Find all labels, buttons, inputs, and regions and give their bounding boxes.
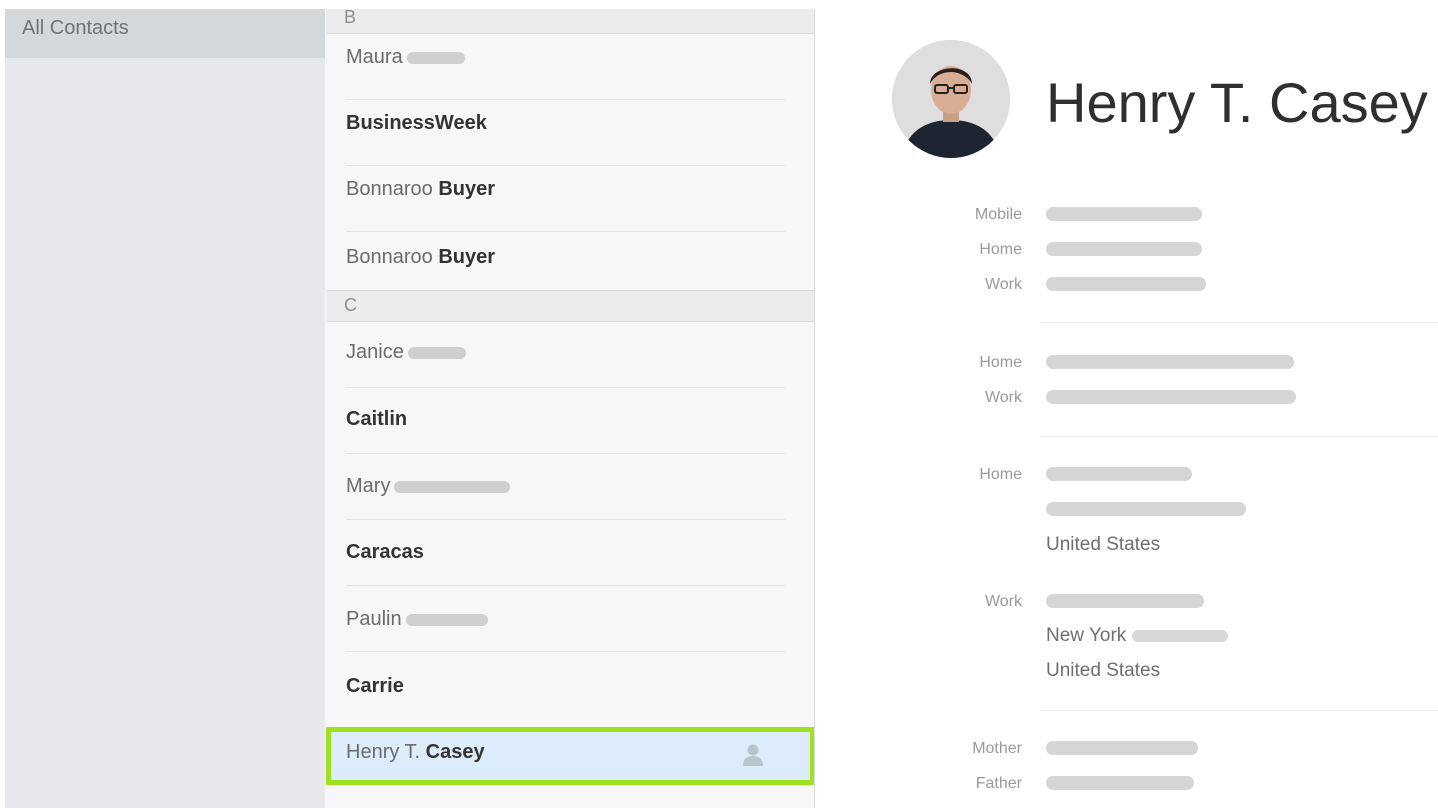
phone-label-home: Home (979, 241, 1022, 258)
list-item[interactable]: BusinessWeek (326, 100, 814, 166)
person-icon (743, 744, 763, 766)
address-line-blurred[interactable] (1046, 594, 1204, 608)
address-city: New York (1046, 625, 1127, 646)
list-item-selected[interactable]: Henry T. Casey (326, 727, 814, 785)
blurred-text (405, 613, 488, 626)
list-item[interactable]: Bonnaroo Buyer (326, 232, 814, 298)
address-line-blurred[interactable] (1046, 467, 1192, 481)
blurred-text (394, 480, 511, 493)
address-country[interactable]: United States (1046, 660, 1160, 682)
contact-last-name: Buyer (438, 246, 496, 268)
contact-last-name: BusinessWeek (346, 112, 487, 134)
avatar (892, 40, 1010, 158)
section-header-b: B (326, 9, 814, 34)
contact-last-name: Carrie (346, 675, 404, 697)
list-item[interactable]: Maura (326, 34, 814, 100)
phone-label-mobile: Mobile (974, 206, 1022, 223)
relation-value-blurred[interactable] (1046, 776, 1194, 790)
section-header-c: C (326, 290, 814, 322)
address-country[interactable]: United States (1046, 534, 1160, 556)
contact-list[interactable]: B Maura BusinessWeek Bonnaroo Buyer Bonn… (326, 9, 815, 808)
list-item[interactable]: Caracas (326, 520, 814, 586)
list-item[interactable]: Janice (326, 322, 814, 388)
email-value-blurred[interactable] (1046, 390, 1296, 404)
contact-last-name: Caitlin (346, 408, 408, 430)
relation-value-blurred[interactable] (1046, 741, 1198, 755)
contact-first-name: Paulin (346, 608, 402, 630)
groups-sidebar: All Contacts (5, 9, 325, 808)
contact-first-name: Henry T. (346, 741, 421, 763)
list-item[interactable]: Paulin (326, 586, 814, 652)
list-item[interactable]: Bonnaroo Buyer (326, 166, 814, 232)
relation-label-father: Father (975, 775, 1022, 792)
avatar-photo (892, 40, 1010, 158)
address-label-home: Home (979, 466, 1022, 483)
list-item[interactable]: Mary (326, 454, 814, 520)
contact-first-name: Bonnaroo (346, 246, 433, 268)
contact-last-name: Buyer (438, 178, 496, 200)
sidebar-item-label: All Contacts (22, 17, 129, 39)
contact-first-name: Maura (346, 46, 403, 68)
contact-first-name: Janice (346, 341, 404, 363)
contact-first-name: Bonnaroo (346, 178, 433, 200)
contacts-app: All Contacts B Maura BusinessWeek Bonnar… (0, 0, 1438, 808)
contact-first-name: Mary (346, 475, 391, 497)
blurred-text (406, 51, 465, 64)
blurred-text (1132, 629, 1229, 642)
blurred-text (407, 346, 466, 359)
phone-value-blurred[interactable] (1046, 277, 1206, 291)
section-letter: C (344, 295, 357, 315)
list-item[interactable]: Carrie (326, 652, 814, 718)
email-value-blurred[interactable] (1046, 355, 1294, 369)
list-item[interactable]: Caitlin (326, 388, 814, 454)
email-label-home: Home (979, 354, 1022, 371)
contact-name: Henry T. Casey (1046, 71, 1428, 134)
section-divider (1041, 710, 1438, 711)
address-line-blurred[interactable] (1046, 502, 1246, 516)
section-divider (1041, 436, 1438, 437)
phone-value-blurred[interactable] (1046, 242, 1202, 256)
relation-label-mother: Mother (972, 740, 1022, 757)
address-city-line[interactable]: New York (1046, 625, 1229, 647)
email-label-work: Work (984, 389, 1022, 406)
section-divider (1041, 322, 1438, 323)
contact-detail: Henry T. Casey Mobile Home Work Home Wor… (816, 0, 1438, 808)
contact-last-name: Casey (425, 741, 485, 763)
section-letter: B (344, 9, 357, 27)
phone-value-blurred[interactable] (1046, 207, 1202, 221)
phone-label-work: Work (984, 276, 1022, 293)
sidebar-item-all-contacts[interactable]: All Contacts (5, 9, 325, 58)
address-label-work: Work (984, 593, 1022, 610)
contact-last-name: Caracas (346, 541, 424, 563)
